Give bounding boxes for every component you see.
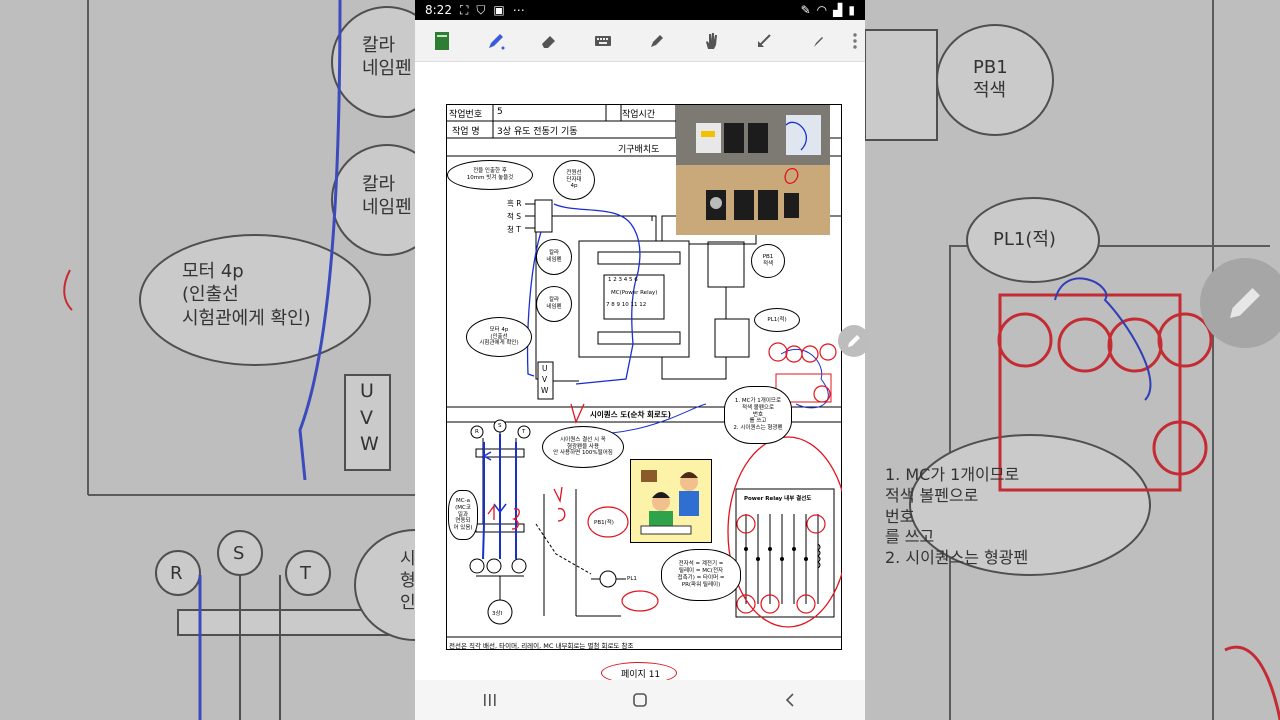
- wire-note-bubble: 전을 인출한 후 10mm 빗겨 놓을것: [447, 160, 533, 190]
- relay-label-bottom: 7 8 9 10 11 12: [606, 302, 647, 308]
- footer-note: 전선은 직각 배선, 타이머, 리레이, MC 내부회로는 별첨 회로도 참조: [449, 642, 634, 650]
- keyboard-tool-button[interactable]: [576, 20, 630, 62]
- background-left: 칼라 네임펜 칼라 네임펜 모터 4p (인출선 시험관에게 확인) U V W…: [0, 0, 415, 720]
- sequence-title: 시이퀀스 도(순차 회로도): [590, 410, 672, 419]
- status-time: 8:22: [425, 3, 452, 17]
- bg-text-mc-note: 1. MC가 1개이므로 적색 볼펜으로 번호 를 쓰고 2. 시이퀀스는 형광…: [885, 465, 1029, 568]
- floating-pen-button-blurred: [1200, 258, 1280, 348]
- phase-s: 적 S: [507, 212, 522, 221]
- background-right: PB1 적색 PL1(적) 1. MC가 1개이므로 적색 볼펜으로 번호 를 …: [865, 0, 1280, 720]
- pen-icon: [488, 33, 505, 49]
- bg-text-color-pen-1: 칼라 네임펜: [362, 35, 412, 80]
- small-pen-tool-button[interactable]: [791, 20, 845, 62]
- rst-s: S: [498, 423, 502, 429]
- document-viewport[interactable]: 작업번호 5 작업시간 작업 명 3상 유도 전동기 기동 기구배치도 흑 R …: [415, 62, 865, 684]
- notebook-button[interactable]: [415, 20, 469, 62]
- mc-a-bubble: MC-a (MC코 일과 연동되 어 있음): [448, 490, 478, 540]
- pl1-bubble: PL1(적): [754, 308, 800, 332]
- highlighter-icon: [650, 34, 663, 47]
- bg-text-pl1: PL1(적): [993, 229, 1056, 250]
- eraser-icon: [542, 35, 556, 48]
- battery-icon: ▮: [848, 3, 855, 17]
- more-dots-icon: ⋯: [512, 3, 525, 17]
- notebook-icon: [434, 31, 449, 50]
- uvw-u: U: [542, 364, 548, 373]
- bg-text-edge: 시 형 인: [400, 549, 415, 614]
- sequence-note-bubble: 시이퀀스 결선 시 꼭 형광펜을 사용 안 사용하면 100%떨어짐: [542, 426, 624, 468]
- layout-label: 기구배치도: [618, 145, 660, 155]
- pl1-label: PL1: [627, 576, 637, 582]
- color-pen-bubble-2: 칼라 네임펜: [536, 286, 572, 322]
- eraser-tool-button[interactable]: [523, 20, 577, 62]
- recent-apps-button[interactable]: [470, 685, 510, 715]
- floating-pen-icon: [848, 335, 860, 347]
- status-bar: 8:22 ⛶ ⛉ ▣ ⋯ ✎ ◠ ▟ ▮: [415, 0, 865, 20]
- arrow-icon: [758, 33, 772, 47]
- more-icon: [853, 32, 857, 49]
- relay-label-mid: MC(Power Relay): [611, 290, 658, 296]
- equipment-photo-drawing: [676, 105, 830, 235]
- pen-tool-button[interactable]: [469, 20, 523, 62]
- screen: 칼라 네임펜 칼라 네임펜 모터 4p (인출선 시험관에게 확인) U V W…: [0, 0, 1280, 720]
- power-relay-label: Power Relay 내부 결선도: [744, 496, 812, 502]
- hand-icon: [705, 32, 717, 49]
- task-name-value: 3상 유도 전동기 기동: [497, 127, 578, 137]
- mc-note-bubble: 1. MC가 1개이므로 적색 볼펜으로 번호 를 쓰고 2. 시이퀀스는 형광…: [724, 386, 792, 444]
- signal-icon: ▟: [833, 3, 843, 17]
- pb1-label: PB1(적): [594, 520, 614, 526]
- students-clipart: [630, 459, 712, 543]
- bg-text-motor: 모터 4p (인출선 시험관에게 확인): [182, 261, 311, 329]
- back-icon: [785, 693, 794, 707]
- hand-tool-button[interactable]: [684, 20, 738, 62]
- bg-text-r: R: [170, 563, 183, 584]
- task-name-label: 작업 명: [452, 127, 480, 137]
- floating-pen-button[interactable]: [838, 325, 870, 357]
- more-options-button[interactable]: [845, 20, 865, 62]
- pb1-bubble: PB1 적색: [751, 244, 785, 278]
- rst-r: R: [475, 429, 479, 435]
- system-nav-bar: [415, 680, 865, 720]
- phone-screen: 8:22 ⛶ ⛉ ▣ ⋯ ✎ ◠ ▟ ▮ 작업번호 5 작업시간 작업 명 3상…: [415, 0, 865, 720]
- uvw-w: W: [541, 386, 549, 395]
- bg-text-t: T: [300, 563, 311, 584]
- home-button[interactable]: [620, 685, 660, 715]
- bg-text-s: S: [233, 543, 245, 564]
- home-icon: [633, 693, 647, 707]
- relay-label-top: 1 2 3 4 5 6: [608, 277, 638, 283]
- bg-text-color-pen-2: 칼라 네임펜: [362, 174, 412, 219]
- screen-capture-icon: ⛶: [459, 2, 469, 17]
- floating-pen-icon-blurred: [1230, 288, 1260, 318]
- motor-note-bubble: 모터 4p (인출선 시험관에게 확인): [466, 317, 532, 357]
- equipment-photo: [676, 105, 830, 235]
- wifi-icon: ◠: [816, 3, 828, 17]
- power-terminal-bubble: 전원선 단자대 4p: [553, 160, 595, 200]
- arrow-tool-button[interactable]: [738, 20, 792, 62]
- keyboard-icon: [595, 35, 612, 46]
- highlighter-tool-button[interactable]: [630, 20, 684, 62]
- recent-apps-icon: [484, 694, 496, 706]
- task-number-value: 5: [497, 107, 503, 117]
- background-left-drawing: [0, 0, 415, 720]
- task-time-label: 작업시간: [622, 110, 656, 120]
- mute-icon: ✎: [800, 3, 811, 17]
- students-clipart-drawing: [631, 460, 711, 542]
- back-button[interactable]: [770, 685, 810, 715]
- uvw-v: V: [542, 375, 548, 384]
- phase-t: 청 T: [507, 225, 521, 234]
- color-pen-bubble-1: 칼라 네임펜: [536, 239, 572, 275]
- document-page: 작업번호 5 작업시간 작업 명 3상 유도 전동기 기동 기구배치도 흑 R …: [446, 104, 842, 651]
- phase-r: 흑 R: [507, 199, 522, 208]
- background-right-drawing: [865, 0, 1280, 720]
- page-number: 페이지 11: [621, 670, 661, 680]
- bg-text-uvw: U V W: [360, 380, 379, 456]
- motor-label: 3상I: [492, 611, 503, 617]
- pen-small-icon: [814, 36, 824, 47]
- rst-t: T: [522, 429, 526, 435]
- bg-text-pb1: PB1 적색: [973, 57, 1008, 102]
- screenshot-icon: ▣: [493, 3, 505, 17]
- shield-icon: ⛉: [476, 2, 486, 17]
- annotation-toolbar: [415, 20, 865, 62]
- task-number-label: 작업번호: [449, 110, 483, 120]
- connector-note-bubble: 전자석 = 계전기 = 릴레이 = MC(전자 접촉기) = 타이머 = PR(…: [661, 549, 741, 601]
